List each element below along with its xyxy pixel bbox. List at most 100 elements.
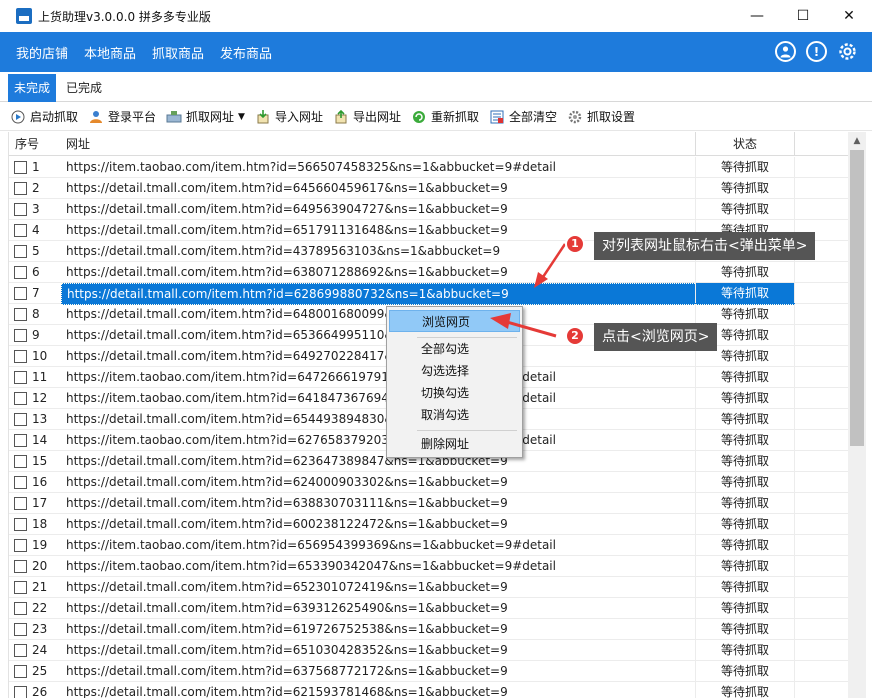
scrollbar-thumb[interactable] (850, 150, 864, 446)
row-checkbox[interactable] (14, 182, 27, 195)
login-platform-button[interactable]: 登录平台 (88, 105, 156, 129)
fetch-url-button[interactable]: 抓取网址 ▼ (166, 105, 245, 129)
row-checkbox[interactable] (14, 686, 27, 698)
row-checkbox[interactable] (14, 350, 27, 363)
row-checkbox[interactable] (14, 224, 27, 237)
minimize-button[interactable]: — (734, 0, 780, 32)
row-checkbox[interactable] (14, 203, 27, 216)
menu-toggle-check[interactable]: 切换勾选 (389, 382, 520, 404)
row-url[interactable]: https://detail.tmall.com/item.htm?id=600… (66, 514, 694, 534)
row-url[interactable]: https://detail.tmall.com/item.htm?id=654… (66, 409, 694, 429)
menu-uncheck[interactable]: 取消勾选 (389, 404, 520, 426)
row-checkbox[interactable] (14, 287, 27, 300)
row-checkbox[interactable] (14, 581, 27, 594)
row-checkbox[interactable] (14, 644, 27, 657)
row-url[interactable]: https://item.taobao.com/item.htm?id=6276… (66, 430, 694, 450)
table-row[interactable]: 22 https://detail.tmall.com/item.htm?id=6… (9, 598, 848, 619)
row-url[interactable]: https://detail.tmall.com/item.htm?id=621… (66, 682, 694, 698)
row-checkbox[interactable] (14, 602, 27, 615)
row-url[interactable]: https://detail.tmall.com/item.htm?id=638… (66, 493, 694, 513)
tab-unfinished[interactable]: 未完成 (8, 74, 57, 102)
refetch-button[interactable]: 重新抓取 (411, 105, 479, 129)
info-icon[interactable]: ! (806, 41, 827, 62)
table-row[interactable]: 2 https://detail.tmall.com/item.htm?id=64… (9, 178, 848, 199)
table-row[interactable]: 23 https://detail.tmall.com/item.htm?id=6… (9, 619, 848, 640)
row-url[interactable]: https://detail.tmall.com/item.htm?id=651… (66, 640, 694, 660)
menu-fetch-products[interactable]: 抓取商品 (152, 43, 204, 62)
refresh-icon (411, 109, 427, 125)
row-checkbox[interactable] (14, 665, 27, 678)
fetch-settings-button[interactable]: 抓取设置 (567, 105, 635, 129)
row-checkbox[interactable] (14, 308, 27, 321)
maximize-button[interactable]: ☐ (780, 0, 826, 32)
menu-delete-url[interactable]: 删除网址 (389, 433, 520, 455)
clear-all-button[interactable]: 全部清空 (489, 105, 557, 129)
table-row[interactable]: 6 https://detail.tmall.com/item.htm?id=63… (9, 262, 848, 283)
row-checkbox[interactable] (14, 161, 27, 174)
row-checkbox[interactable] (14, 497, 27, 510)
row-checkbox[interactable] (14, 371, 27, 384)
row-checkbox[interactable] (14, 476, 27, 489)
row-url[interactable]: https://item.taobao.com/item.htm?id=6569… (66, 535, 694, 555)
row-checkbox[interactable] (14, 560, 27, 573)
row-url[interactable]: https://item.taobao.com/item.htm?id=6533… (66, 556, 694, 576)
close-button[interactable]: ✕ (826, 0, 872, 32)
column-header-url[interactable]: 网址 (66, 132, 90, 156)
table-row[interactable]: 17 https://detail.tmall.com/item.htm?id=6… (9, 493, 848, 514)
table-row[interactable]: 24 https://detail.tmall.com/item.htm?id=6… (9, 640, 848, 661)
menu-check-all[interactable]: 全部勾选 (389, 338, 520, 360)
menu-publish-products[interactable]: 发布商品 (220, 43, 272, 62)
tab-finished[interactable]: 已完成 (60, 74, 108, 102)
table-row[interactable]: 1 https://item.taobao.com/item.htm?id=566… (9, 157, 848, 178)
row-index: 25 (32, 664, 48, 678)
row-checkbox[interactable] (14, 329, 27, 342)
row-url[interactable]: https://detail.tmall.com/item.htm?id=652… (66, 577, 694, 597)
gear-icon[interactable] (837, 41, 858, 62)
row-url[interactable]: https://detail.tmall.com/item.htm?id=637… (66, 661, 694, 681)
row-status: 等待抓取 (695, 493, 795, 513)
table-row[interactable]: 19 https://item.taobao.com/item.htm?id=65… (9, 535, 848, 556)
table-row[interactable]: 7 https://detail.tmall.com/item.htm?id=62… (9, 283, 848, 305)
table-row[interactable]: 16 https://detail.tmall.com/item.htm?id=6… (9, 472, 848, 493)
table-row[interactable]: 26 https://detail.tmall.com/item.htm?id=6… (9, 682, 848, 698)
start-fetch-button[interactable]: 启动抓取 (10, 105, 78, 129)
row-checkbox[interactable] (14, 518, 27, 531)
table-row[interactable]: 20 https://item.taobao.com/item.htm?id=65… (9, 556, 848, 577)
import-url-button[interactable]: 导入网址 (255, 105, 323, 129)
row-url[interactable]: https://detail.tmall.com/item.htm?id=628… (61, 283, 795, 305)
user-icon[interactable] (775, 41, 796, 62)
row-url[interactable]: https://item.taobao.com/item.htm?id=6418… (66, 388, 694, 408)
vertical-scrollbar[interactable]: ▲ (848, 132, 866, 698)
row-url[interactable]: https://detail.tmall.com/item.htm?id=638… (66, 262, 694, 282)
row-url[interactable]: https://detail.tmall.com/item.htm?id=624… (66, 472, 694, 492)
row-url[interactable]: https://detail.tmall.com/item.htm?id=645… (66, 178, 694, 198)
menu-local-products[interactable]: 本地商品 (84, 43, 136, 62)
column-header-index[interactable]: 序号 (15, 132, 39, 156)
menu-browse-page[interactable]: 浏览网页 (389, 310, 520, 332)
row-checkbox[interactable] (14, 413, 27, 426)
row-checkbox[interactable] (14, 539, 27, 552)
row-url[interactable]: https://detail.tmall.com/item.htm?id=623… (66, 451, 694, 471)
table-row[interactable]: 25 https://detail.tmall.com/item.htm?id=6… (9, 661, 848, 682)
menu-check-selected[interactable]: 勾选选择 (389, 360, 520, 382)
row-checkbox[interactable] (14, 455, 27, 468)
scroll-up-icon[interactable]: ▲ (848, 132, 866, 149)
export-url-button[interactable]: 导出网址 (333, 105, 401, 129)
column-header-status[interactable]: 状态 (695, 132, 795, 156)
row-url[interactable]: https://item.taobao.com/item.htm?id=6472… (66, 367, 694, 387)
table-row[interactable]: 21 https://detail.tmall.com/item.htm?id=6… (9, 577, 848, 598)
row-url[interactable]: https://item.taobao.com/item.htm?id=5665… (66, 157, 694, 177)
dropdown-arrow-icon[interactable]: ▼ (238, 112, 245, 122)
row-url[interactable]: https://detail.tmall.com/item.htm?id=619… (66, 619, 694, 639)
table-row[interactable]: 3 https://detail.tmall.com/item.htm?id=64… (9, 199, 848, 220)
row-checkbox[interactable] (14, 245, 27, 258)
row-url[interactable]: https://detail.tmall.com/item.htm?id=639… (66, 598, 694, 618)
row-checkbox[interactable] (14, 623, 27, 636)
row-url[interactable]: https://detail.tmall.com/item.htm?id=648… (66, 304, 694, 324)
table-row[interactable]: 18 https://detail.tmall.com/item.htm?id=6… (9, 514, 848, 535)
row-checkbox[interactable] (14, 266, 27, 279)
row-checkbox[interactable] (14, 434, 27, 447)
row-checkbox[interactable] (14, 392, 27, 405)
menu-my-shop[interactable]: 我的店铺 (16, 43, 68, 62)
row-url[interactable]: https://detail.tmall.com/item.htm?id=649… (66, 199, 694, 219)
